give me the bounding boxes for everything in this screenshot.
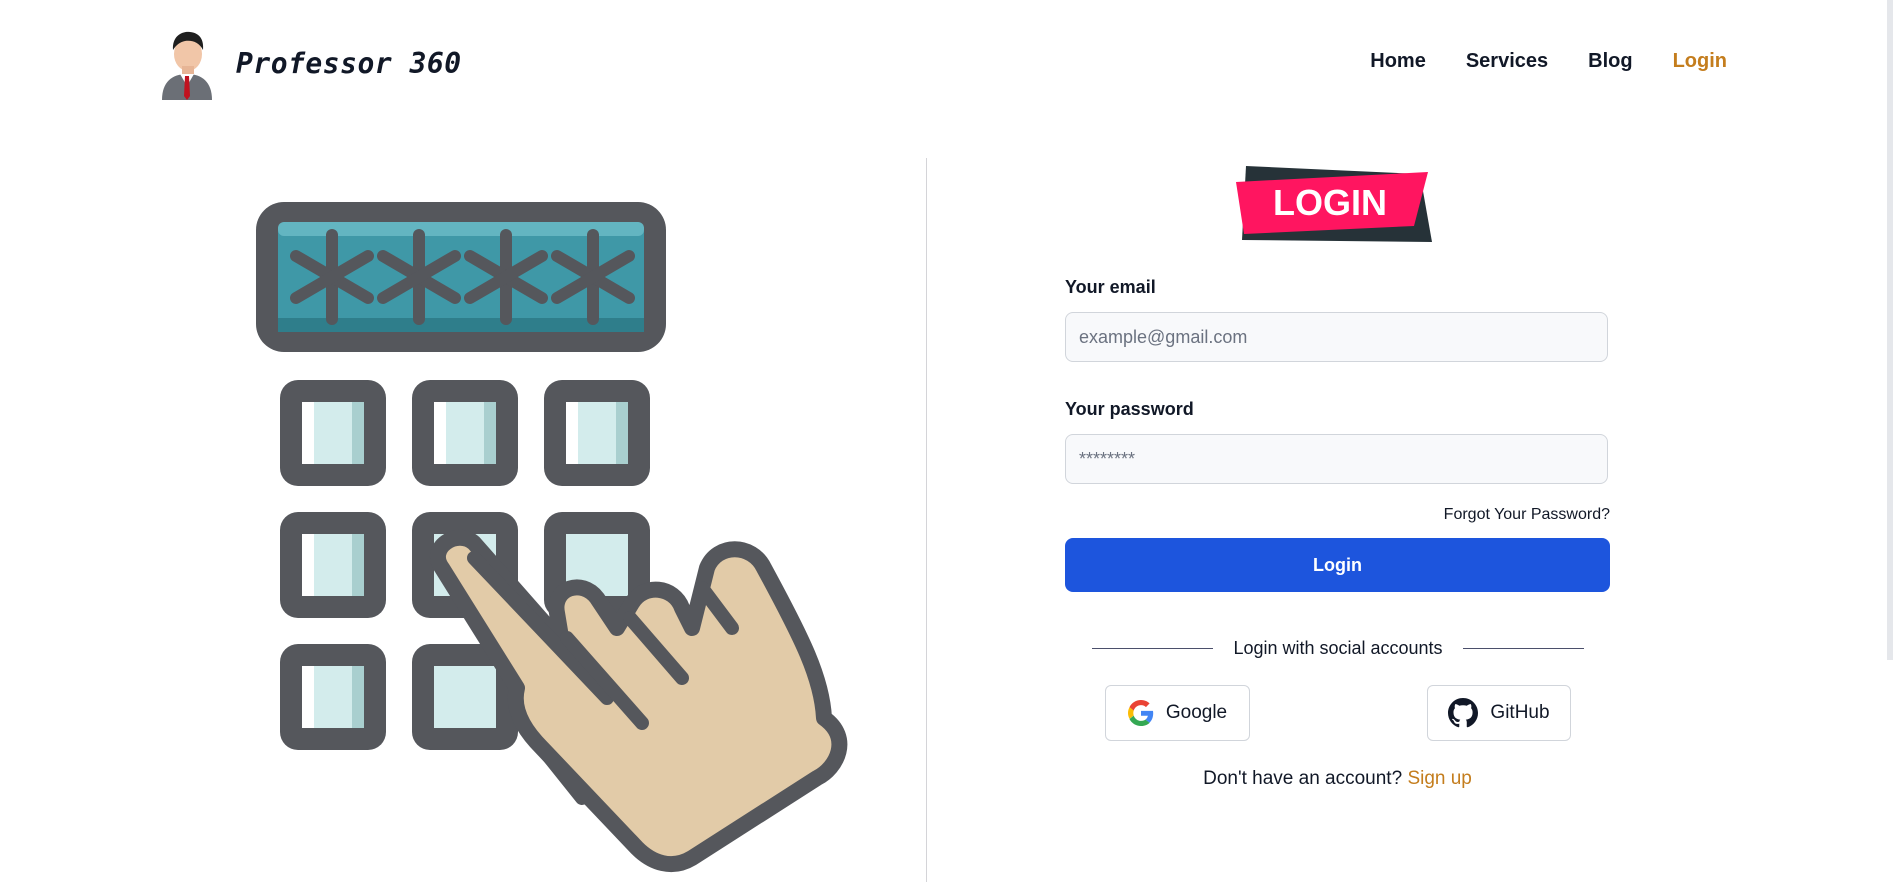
divider-line-right <box>1462 647 1584 649</box>
login-button[interactable]: Login <box>1065 538 1610 592</box>
github-login-button[interactable]: GitHub <box>1427 685 1571 741</box>
email-input[interactable] <box>1065 312 1608 362</box>
password-label: Your password <box>1065 399 1194 419</box>
signup-text: Don't have an account? <box>1203 768 1403 789</box>
keypad-password-hand-icon <box>256 202 848 873</box>
page-scrollbar[interactable] <box>1887 0 1893 660</box>
password-input[interactable] <box>1065 434 1608 484</box>
signup-link[interactable]: Sign up <box>1407 768 1471 789</box>
google-label: Google <box>1165 702 1228 723</box>
github-icon <box>1448 698 1479 728</box>
google-login-button[interactable]: Google <box>1105 685 1250 741</box>
signup-prompt: Don't have an account? Sign up <box>1065 768 1610 790</box>
email-label: Your email <box>1065 277 1156 297</box>
nav-home[interactable]: Home <box>1370 50 1426 73</box>
login-form: Your email Your password Forgot Your Pas… <box>1065 276 1610 592</box>
professor-avatar-icon <box>162 31 212 100</box>
brand-name: Professor 360 <box>236 46 462 80</box>
main-nav: Home Services Blog Login <box>1370 50 1727 73</box>
divider-line-left <box>1092 647 1214 649</box>
google-icon <box>1127 700 1154 726</box>
nav-login[interactable]: Login <box>1673 50 1727 73</box>
vertical-divider <box>926 158 927 882</box>
login-badge: LOGIN <box>1236 166 1432 242</box>
social-divider: Login with social accounts <box>1092 634 1584 662</box>
login-badge-text: LOGIN <box>1273 182 1387 223</box>
github-label: GitHub <box>1490 702 1550 723</box>
forgot-password-link[interactable]: Forgot Your Password? <box>1065 506 1610 524</box>
social-divider-text: Login with social accounts <box>1233 637 1443 658</box>
brand[interactable]: Professor 360 <box>158 26 462 100</box>
nav-services[interactable]: Services <box>1466 50 1548 73</box>
nav-blog[interactable]: Blog <box>1588 50 1632 73</box>
